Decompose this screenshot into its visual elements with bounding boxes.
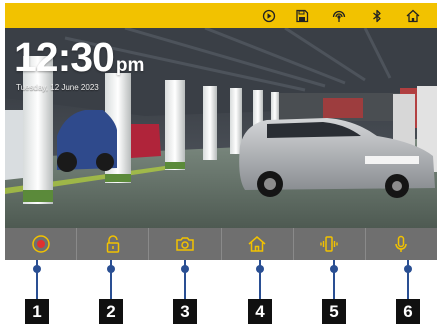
camera-view: 12:30 pm Tuesday, 12 June 2023 xyxy=(5,28,437,228)
save-icon[interactable] xyxy=(294,8,310,24)
callout-dot xyxy=(404,265,412,273)
clock-ampm: pm xyxy=(115,55,145,76)
record-button[interactable] xyxy=(5,228,78,260)
vibrate-button[interactable] xyxy=(294,228,366,260)
home-icon[interactable] xyxy=(405,8,421,24)
date-label: Tuesday, 12 June 2023 xyxy=(16,83,99,92)
signal-icon xyxy=(331,8,347,24)
callout-badge: 5 xyxy=(322,299,346,324)
home-button[interactable] xyxy=(222,228,294,260)
callout-dot xyxy=(330,265,338,273)
callout-dot xyxy=(256,265,264,273)
unlock-icon xyxy=(106,235,119,253)
microphone-button[interactable] xyxy=(366,228,437,260)
callout-badge: 2 xyxy=(99,299,123,324)
vibrate-phone-icon xyxy=(320,236,338,252)
playback-icon[interactable] xyxy=(261,8,277,24)
callout-dot xyxy=(33,265,41,273)
clock-time: 12:30 xyxy=(14,34,115,80)
unlock-button[interactable] xyxy=(77,228,150,260)
status-bar xyxy=(5,3,437,28)
callout-badge: 1 xyxy=(25,299,49,324)
callout-badge: 3 xyxy=(173,299,197,324)
clock: 12:30 pm xyxy=(14,34,144,89)
callout-dot xyxy=(181,265,189,273)
callout-dot xyxy=(107,265,115,273)
bluetooth-icon xyxy=(369,8,385,24)
microphone-icon xyxy=(395,235,408,252)
callout-badge: 4 xyxy=(248,299,272,324)
bottom-toolbar xyxy=(5,228,437,260)
camera-button[interactable] xyxy=(149,228,222,260)
camera-icon xyxy=(176,237,194,251)
intercom-monitor: 12:30 pm Tuesday, 12 June 2023 xyxy=(5,3,437,260)
callout-badge: 6 xyxy=(396,299,420,324)
home-icon xyxy=(248,236,266,252)
record-icon xyxy=(31,235,50,253)
